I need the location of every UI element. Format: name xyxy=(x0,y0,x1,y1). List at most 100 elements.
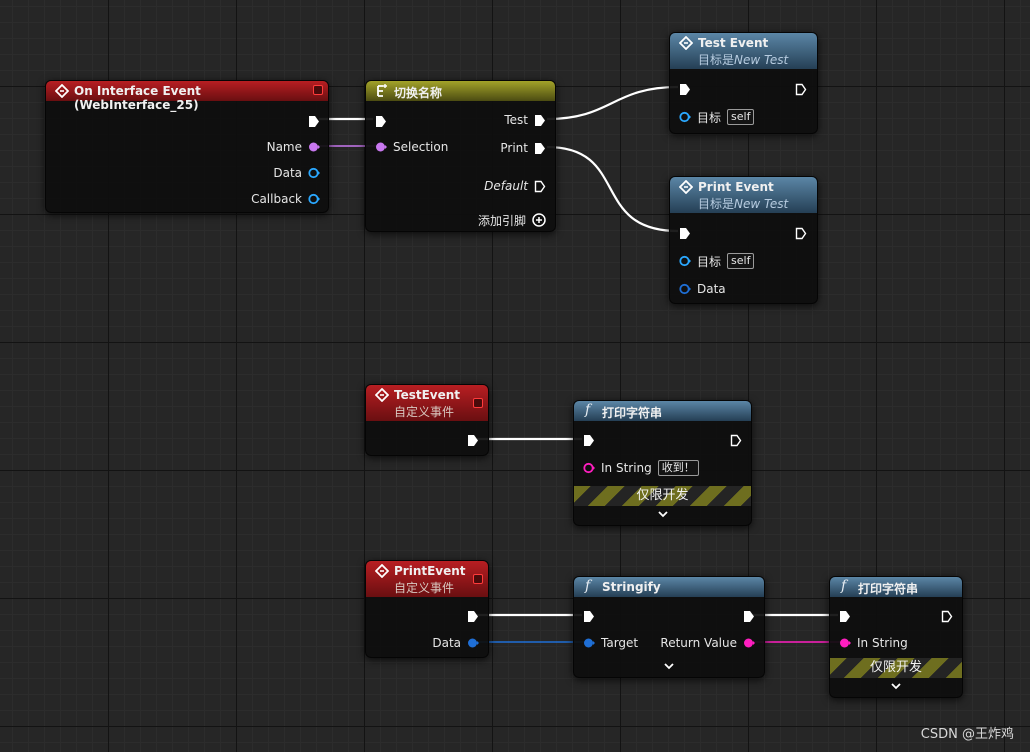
pin-row-callback[interactable]: Callback xyxy=(251,191,320,207)
pin-label: Return Value xyxy=(660,636,737,650)
string-pin-icon[interactable] xyxy=(375,141,387,153)
node-header[interactable]: PrintEvent 自定义事件 xyxy=(366,561,488,597)
exec-out-row[interactable] xyxy=(795,225,807,241)
node-title: Test Event xyxy=(698,36,769,50)
exec-pin-outline-icon[interactable] xyxy=(795,227,807,240)
pin-row-default[interactable]: Default xyxy=(484,178,546,194)
pin-row-target[interactable]: 目标 self xyxy=(679,109,755,125)
node-subtitle: 目标是New Test xyxy=(698,53,789,67)
string-pin-outline-icon[interactable] xyxy=(583,462,595,474)
delegate-pin-icon[interactable] xyxy=(473,398,483,408)
pin-row-in-string[interactable]: In String xyxy=(839,635,908,651)
pin-row-return-value[interactable]: Return Value xyxy=(660,635,755,651)
exec-out-row[interactable] xyxy=(743,608,755,624)
node-header[interactable]: f Stringify xyxy=(574,577,764,597)
exec-pin-outline-icon[interactable] xyxy=(795,83,807,96)
exec-pin-icon[interactable] xyxy=(839,610,851,623)
exec-pin-icon[interactable] xyxy=(375,115,387,128)
node-test-event-custom[interactable]: TestEvent 自定义事件 xyxy=(365,384,489,456)
exec-out-row[interactable] xyxy=(730,432,742,448)
node-subtitle: 目标是New Test xyxy=(698,197,789,211)
struct-pin-icon[interactable] xyxy=(583,637,595,649)
node-title: Stringify xyxy=(602,580,661,594)
pin-row-target[interactable]: Target xyxy=(583,635,638,651)
pin-label: Name xyxy=(266,140,302,154)
delegate-pin-icon[interactable] xyxy=(473,574,483,584)
exec-pin-icon[interactable] xyxy=(583,434,595,447)
exec-pin-icon[interactable] xyxy=(467,610,479,623)
node-print-string-2[interactable]: f 打印字符串 In String 仅限开发 xyxy=(829,576,963,698)
object-pin-icon[interactable] xyxy=(308,193,320,205)
object-pin-icon[interactable] xyxy=(308,167,320,179)
exec-in-row[interactable] xyxy=(839,608,851,624)
pin-row-selection[interactable]: Selection xyxy=(375,139,448,155)
exec-out-row[interactable] xyxy=(795,81,807,97)
pin-row-data[interactable]: Data xyxy=(432,635,479,651)
node-print-event-call[interactable]: Print Event 目标是New Test 目标 self Data xyxy=(669,176,818,304)
node-header[interactable]: 切换名称 xyxy=(366,81,555,101)
node-header[interactable]: Test Event 目标是New Test xyxy=(670,33,817,69)
exec-in-row[interactable] xyxy=(583,608,595,624)
exec-pin-outline-icon[interactable] xyxy=(941,610,953,623)
exec-pin-icon[interactable] xyxy=(679,83,691,96)
node-header[interactable]: TestEvent 自定义事件 xyxy=(366,385,488,421)
exec-pin-icon[interactable] xyxy=(534,114,546,127)
exec-in-row[interactable] xyxy=(375,113,387,129)
pin-row-data[interactable]: Data xyxy=(679,281,726,297)
exec-in-row[interactable] xyxy=(583,432,595,448)
target-value-field[interactable]: self xyxy=(727,109,755,125)
node-print-event-custom[interactable]: PrintEvent 自定义事件 Data xyxy=(365,560,489,658)
exec-pin-icon[interactable] xyxy=(743,610,755,623)
exec-out-row[interactable] xyxy=(467,608,479,624)
pin-row-target[interactable]: 目标 self xyxy=(679,253,755,269)
chevron-down-icon[interactable] xyxy=(657,510,669,518)
object-pin-icon[interactable] xyxy=(679,111,691,123)
string-pin-icon[interactable] xyxy=(308,141,320,153)
delegate-pin-icon[interactable] xyxy=(313,85,323,95)
exec-out-row[interactable] xyxy=(941,608,953,624)
pin-label: Callback xyxy=(251,192,302,206)
pin-row-data[interactable]: Data xyxy=(273,165,320,181)
chevron-down-icon[interactable] xyxy=(890,682,902,690)
node-title: TestEvent xyxy=(394,388,461,402)
struct-pin-icon[interactable] xyxy=(467,637,479,649)
exec-pin-outline-icon[interactable] xyxy=(730,434,742,447)
exec-pin-icon[interactable] xyxy=(534,142,546,155)
exec-pin-icon[interactable] xyxy=(583,610,595,623)
plus-circle-icon[interactable] xyxy=(532,213,546,227)
add-pin-button[interactable]: 添加引脚 xyxy=(478,212,546,228)
pin-row-test[interactable]: Test xyxy=(504,112,546,128)
development-only-banner: 仅限开发 xyxy=(830,658,962,678)
add-pin-label: 添加引脚 xyxy=(477,213,526,228)
pin-row-name[interactable]: Name xyxy=(267,139,320,155)
node-on-interface-event[interactable]: On Interface Event (WebInterface_25) Nam… xyxy=(45,80,329,213)
in-string-field[interactable]: 收到！ xyxy=(657,460,699,476)
struct-pin-icon[interactable] xyxy=(679,283,691,295)
target-value-field[interactable]: self xyxy=(727,253,755,269)
node-switch-on-name[interactable]: 切换名称 Test Selection Print Default 添加引脚 xyxy=(365,80,556,232)
exec-out-row[interactable] xyxy=(308,113,320,129)
object-pin-icon[interactable] xyxy=(679,255,691,267)
exec-pin-icon[interactable] xyxy=(679,227,691,240)
exec-pin-icon[interactable] xyxy=(308,115,320,128)
pin-row-in-string[interactable]: In String 收到！ xyxy=(583,460,699,476)
function-icon: f xyxy=(841,578,847,594)
node-header[interactable]: f 打印字符串 xyxy=(574,401,751,421)
node-title: 打印字符串 xyxy=(858,582,919,596)
chevron-down-icon[interactable] xyxy=(663,662,675,670)
node-test-event-call[interactable]: Test Event 目标是New Test 目标 self xyxy=(669,32,818,134)
node-title: 切换名称 xyxy=(394,86,443,100)
node-header[interactable]: On Interface Event (WebInterface_25) xyxy=(46,81,328,112)
exec-in-row[interactable] xyxy=(679,225,691,241)
pin-row-print[interactable]: Print xyxy=(500,140,546,156)
exec-in-row[interactable] xyxy=(679,81,691,97)
node-print-string-1[interactable]: f 打印字符串 In String 收到！ 仅限开发 xyxy=(573,400,752,526)
string-pin-icon[interactable] xyxy=(839,637,851,649)
exec-pin-icon[interactable] xyxy=(467,434,479,447)
node-stringify[interactable]: f Stringify Target Return Value xyxy=(573,576,765,678)
node-header[interactable]: Print Event 目标是New Test xyxy=(670,177,817,213)
string-pin-icon[interactable] xyxy=(743,637,755,649)
node-header[interactable]: f 打印字符串 xyxy=(830,577,962,597)
exec-out-row[interactable] xyxy=(467,432,479,448)
exec-pin-outline-icon[interactable] xyxy=(534,180,546,193)
